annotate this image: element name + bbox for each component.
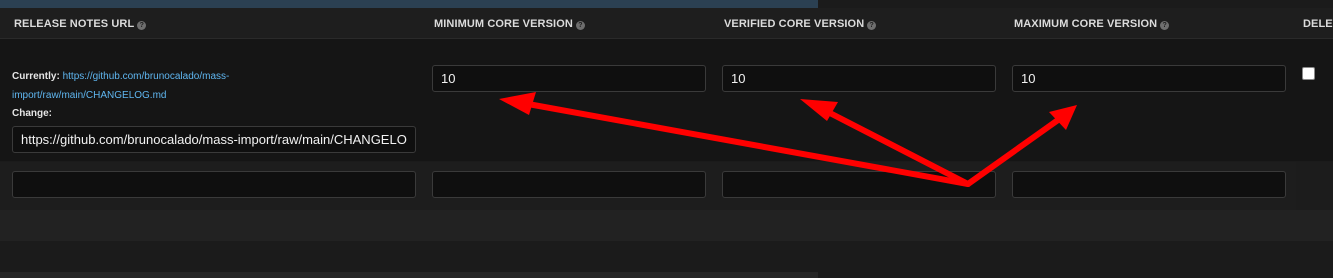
- arrow-shaft-maximum: [965, 117, 1061, 187]
- arrow-head-minimum: [499, 92, 536, 115]
- red-arrow-annotation: [499, 92, 1077, 187]
- arrow-head-verified: [800, 99, 838, 121]
- arrow-shaft-minimum: [525, 101, 971, 187]
